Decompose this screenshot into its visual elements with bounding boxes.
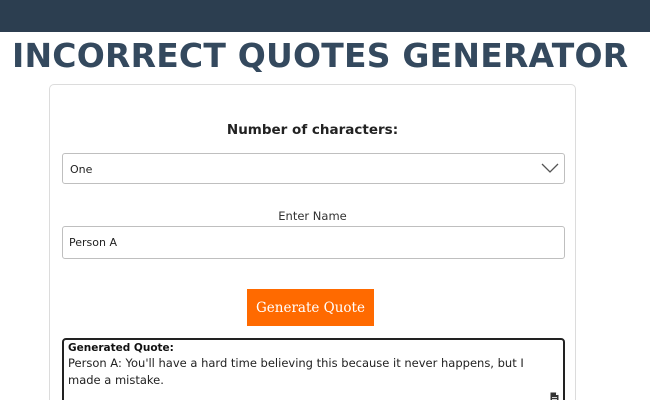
page-title: INCORRECT QUOTES GENERATOR <box>12 36 629 75</box>
characters-select-value: One <box>70 163 93 176</box>
characters-label: Number of characters: <box>226 122 399 138</box>
generate-quote-button[interactable]: Generate Quote <box>247 289 374 326</box>
generated-quote-text: Person A: You'll have a hard time believ… <box>68 356 524 387</box>
generator-card: Number of characters: One Enter Name Gen… <box>49 84 576 400</box>
top-nav-bar <box>0 0 650 32</box>
name-input[interactable] <box>62 226 565 259</box>
generated-quote-box: Generated Quote: Person A: You'll have a… <box>62 338 565 400</box>
characters-select[interactable]: One <box>62 153 565 184</box>
copy-icon[interactable] <box>550 392 559 400</box>
chevron-down-icon <box>541 163 559 173</box>
name-label: Enter Name <box>278 209 347 223</box>
generated-quote-heading: Generated Quote: <box>68 342 174 354</box>
